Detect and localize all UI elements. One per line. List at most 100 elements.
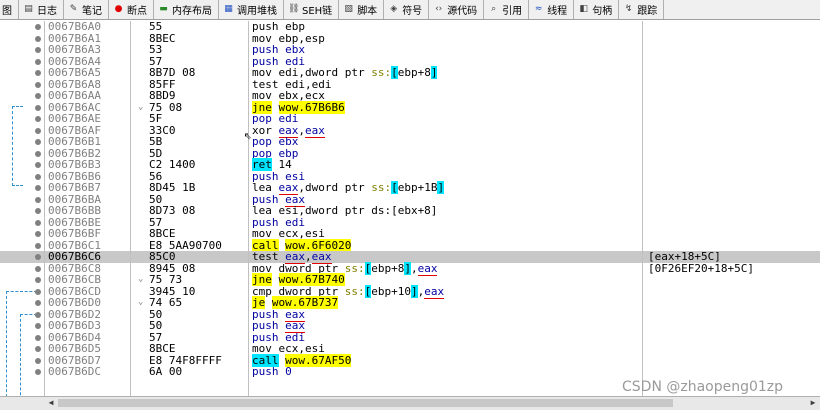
breakpoint-dot-icon[interactable] xyxy=(35,70,41,76)
breakpoint-dot-icon[interactable] xyxy=(35,334,41,341)
tab-references[interactable]: ⌕ 引用 xyxy=(484,0,530,19)
breakpoint-dot-icon[interactable] xyxy=(35,173,41,180)
address: 0067B6C6 xyxy=(48,250,101,263)
tab-call-stack[interactable]: ▦ 调用堆栈 xyxy=(219,0,284,19)
tab-label: 内存布局 xyxy=(172,6,212,17)
breakpoint-dot-icon[interactable] xyxy=(35,196,41,203)
breakpoint-dot-icon[interactable] xyxy=(35,150,41,157)
breakpoint-dot-icon[interactable] xyxy=(35,81,41,88)
disasm-row[interactable]: 0067B6AA 8BD9 mov ebx,ecx xyxy=(0,90,820,102)
tab-label: 线程 xyxy=(547,6,568,17)
instruction-token: ss: xyxy=(371,181,392,194)
disasm-row[interactable]: 0067B6C8 8945 08 mov dword ptr ss:[ebp+8],… xyxy=(0,261,820,276)
disasm-row[interactable]: 0067B6CD 3945 10 cmp dword ptr ss:[ebp+10]… xyxy=(0,284,820,299)
instruction-token: ebp+10 xyxy=(371,284,411,298)
breakpoint-dot-icon[interactable] xyxy=(35,139,41,145)
breakpoint-dot-icon[interactable] xyxy=(35,93,41,99)
disasm-row[interactable]: 0067B6A0 55 push ebp xyxy=(0,21,820,33)
tab-log[interactable]: ▤ 日志 xyxy=(19,0,64,19)
breakpoint-dot-icon[interactable] xyxy=(35,116,41,122)
breakpoint-dot-icon[interactable] xyxy=(35,254,41,260)
scrollbar-thumb[interactable] xyxy=(58,399,673,407)
instruction-token: [ xyxy=(391,66,398,79)
instruction: mov ecx,esi xyxy=(252,228,325,240)
breakpoint-dot-icon[interactable] xyxy=(35,242,41,249)
tab-handles[interactable]: ◧ 句柄 xyxy=(574,0,620,19)
tab-trace[interactable]: ↯ 跟踪 xyxy=(619,0,665,19)
breakpoint-dot-icon[interactable] xyxy=(35,208,41,214)
tab-script[interactable]: ▧ 脚本 xyxy=(339,0,385,19)
address: 0067B6D3 xyxy=(48,319,101,332)
breakpoint-dot-icon[interactable] xyxy=(35,47,41,53)
breakpoint-dot-icon[interactable] xyxy=(35,369,41,375)
tab-memory-map[interactable]: ▬ 内存布局 xyxy=(154,0,219,19)
opcode-bytes: 8BCE xyxy=(149,342,176,355)
breakpoint-dot-icon[interactable] xyxy=(35,357,41,364)
scroll-left-icon[interactable]: ◀ xyxy=(45,397,57,409)
jump-arrow-icon: ⌄ xyxy=(138,274,144,284)
breakpoint-dot-icon[interactable] xyxy=(35,104,41,111)
source-icon: ‹› xyxy=(435,4,443,14)
disasm-row[interactable]: 0067B6A1 8BEC mov ebp,esp xyxy=(0,32,820,45)
breakpoint-dot-icon[interactable] xyxy=(35,231,41,237)
disasm-row[interactable]: 0067B6BF 8BCE mov ecx,esi xyxy=(0,228,820,240)
tab-symbols[interactable]: ◈ 符号 xyxy=(384,0,430,19)
breakpoint-dot-icon[interactable] xyxy=(35,185,41,191)
breakpoint-dot-icon[interactable] xyxy=(35,219,41,226)
breakpoint-dot-icon[interactable] xyxy=(35,24,41,30)
breakpoint-dot-icon[interactable] xyxy=(35,288,41,295)
breakpoint-dot-icon[interactable] xyxy=(35,127,41,134)
disasm-row[interactable]: 0067B6AC ⌄ 75 08 jne wow.67B6B6 xyxy=(0,100,820,114)
disasm-row[interactable]: 0067B6D5 8BCE mov ecx,esi xyxy=(0,343,820,355)
address: 0067B6DC xyxy=(48,365,101,378)
tab-graph[interactable]: 图 xyxy=(0,0,19,19)
jump-arrow-icon: ⌄ xyxy=(138,101,144,112)
address: 0067B6B1 xyxy=(48,135,101,148)
disasm-row[interactable]: 0067B6D2 50 push eax xyxy=(0,307,820,322)
disasm-row[interactable]: 0067B6BE 57 push edi xyxy=(0,216,820,229)
tab-label: 跟踪 xyxy=(637,6,658,17)
tab-seh[interactable]: ⛓ SEH链 xyxy=(284,0,340,19)
instruction-token: ebp+8 xyxy=(371,261,405,275)
disasm-row[interactable]: 0067B6AF 33C0 xor eax,eax xyxy=(0,123,820,138)
breakpoint-dot-icon[interactable] xyxy=(35,300,41,306)
breakpoint-dot-icon[interactable] xyxy=(35,265,41,272)
disasm-row[interactable]: 0067B6A5 8B7D 08 mov edi,dword ptr ss:[ebp… xyxy=(0,66,820,79)
breakpoint-dot-icon[interactable] xyxy=(35,58,41,65)
disasm-row[interactable]: 0067B6B2 5D pop ebp xyxy=(0,147,820,160)
opcode-bytes: 6A 00 xyxy=(149,365,183,378)
trace-icon: ↯ xyxy=(624,4,633,14)
breakpoint-dot-icon[interactable] xyxy=(35,311,41,318)
disasm-row[interactable]: 0067B6D3 50 push eax xyxy=(0,319,820,333)
breakpoint-dot-icon[interactable] xyxy=(35,346,41,352)
disasm-row[interactable]: 0067B6AE 5F pop edi xyxy=(0,113,820,125)
disasm-row[interactable]: 0067B6B3 C2 1400 ret 14 xyxy=(0,158,820,171)
breakpoint-dot-icon[interactable] xyxy=(35,323,41,329)
instruction-token: , xyxy=(410,261,418,275)
mouse-cursor-icon: ⇖ xyxy=(244,128,252,143)
disasm-row[interactable]: 0067B6D0 ⌄ 74 65 je wow.67B737 xyxy=(0,296,820,309)
disasm-row[interactable]: 0067B6A8 85FF test edi,edi xyxy=(0,78,820,91)
disasm-row[interactable]: 0067B6D7 E8 74F8FFFF call wow.67AF50 xyxy=(0,353,820,367)
scroll-right-icon[interactable]: ▶ xyxy=(807,397,819,409)
instruction-token: ] xyxy=(404,261,411,275)
breakpoint-dot-icon[interactable] xyxy=(35,277,41,283)
breakpoint-dot-icon[interactable] xyxy=(35,35,41,42)
disasm-row[interactable]: 0067B6DC 6A 00 push 0 xyxy=(0,366,820,378)
tab-threads[interactable]: ≈ 线程 xyxy=(529,0,575,19)
address: 0067B6AE xyxy=(48,112,101,125)
instruction-token: ss: xyxy=(371,66,392,79)
tab-source[interactable]: ‹› 源代码 xyxy=(429,0,485,19)
tab-notes[interactable]: ✎ 笔记 xyxy=(64,0,109,19)
disasm-row[interactable]: 0067B6A3 53 push ebx xyxy=(0,44,820,56)
disasm-row[interactable]: 0067B6B7 8D45 1B lea eax,dword ptr ss:[ebp… xyxy=(0,181,820,195)
opcode-bytes: 8D73 08 xyxy=(149,204,196,217)
tab-breakpoint[interactable]: ● 断点 xyxy=(109,0,154,19)
opcode-bytes: 5F xyxy=(149,112,163,125)
disasm-row[interactable]: 0067B6BB 8D73 08 lea esi,dword ptr ds:[ebx… xyxy=(0,205,820,217)
disasm-row[interactable]: 0067B6D4 57 push edi xyxy=(0,331,820,344)
horizontal-scrollbar[interactable]: ◀ ▶ xyxy=(44,396,820,410)
breakpoint-dot-icon[interactable] xyxy=(35,162,41,168)
disassembly-view[interactable]: 0067B6A0 55 push ebp 0067B6A1 8BEC mov ebp,es… xyxy=(0,21,820,396)
disasm-row[interactable]: 0067B6B1 5B pop ebx xyxy=(0,136,820,148)
